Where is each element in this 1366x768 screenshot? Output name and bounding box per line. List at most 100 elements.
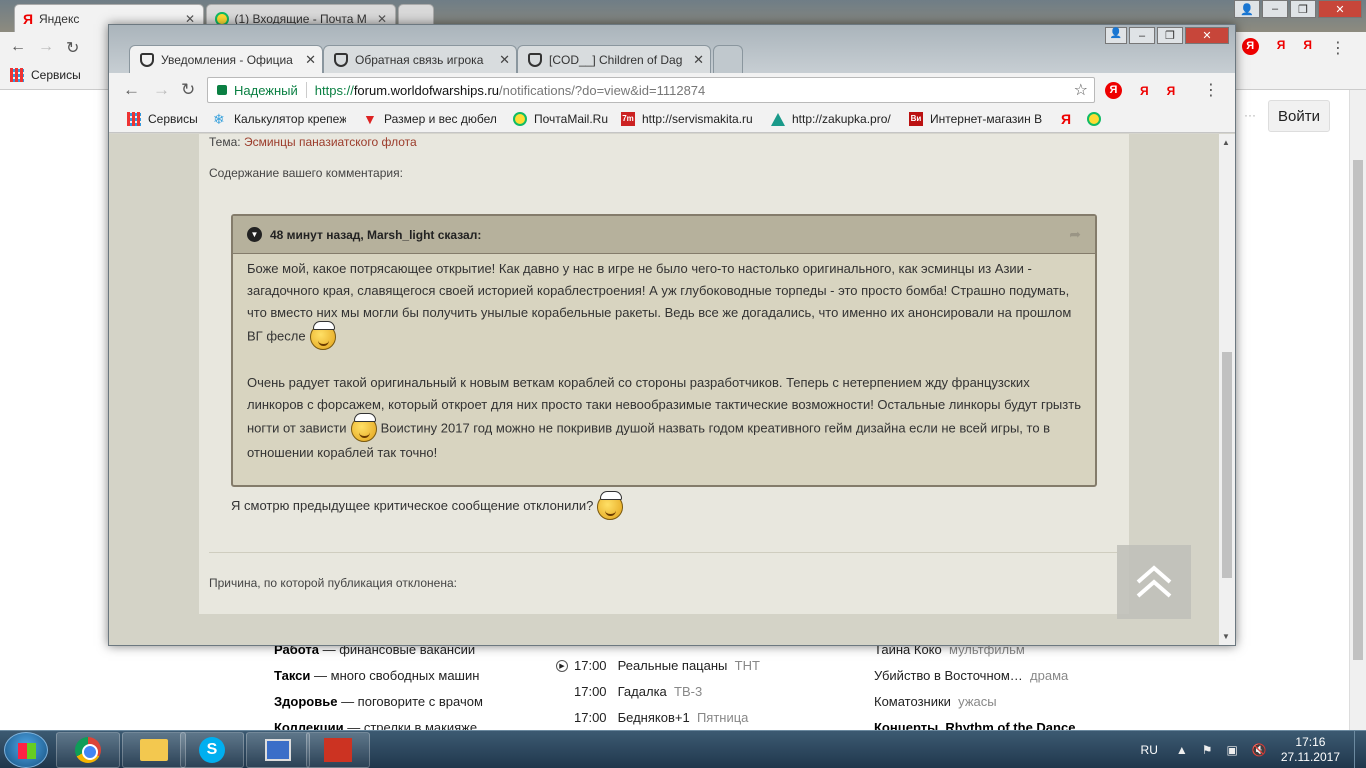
clock[interactable]: 17:16 27.11.2017 bbox=[1281, 735, 1340, 765]
taskbar-red-app[interactable] bbox=[306, 732, 370, 768]
clock-time: 17:16 bbox=[1295, 735, 1326, 749]
restore-button[interactable]: ❐ bbox=[1157, 27, 1183, 44]
reply-message: Я смотрю предыдущее критическое сообщени… bbox=[231, 498, 594, 513]
quote-paragraph: Очень радует такой оригинальный к новым … bbox=[247, 372, 1083, 464]
quote-header[interactable]: ▼ 48 минут назад, Marsh_light сказал: ➦ bbox=[233, 216, 1095, 254]
topic-link[interactable]: Эсминцы паназиатского флота bbox=[244, 135, 417, 149]
list-item[interactable]: Коматозники ужасы bbox=[874, 689, 1075, 715]
menu-icon[interactable]: ⋮ bbox=[1330, 38, 1346, 58]
bookmark-yandex[interactable]: Я bbox=[1061, 112, 1082, 126]
chevron-down-icon[interactable]: ▼ bbox=[247, 227, 262, 242]
tv-title: Бедняков+1 bbox=[617, 710, 690, 725]
lock-icon[interactable] bbox=[217, 85, 227, 95]
clock-date: 27.11.2017 bbox=[1280, 750, 1340, 764]
bookmark-calculator[interactable]: ❄ Калькулятор крепеж bbox=[213, 112, 346, 126]
bookmark-label: Сервисы bbox=[31, 68, 81, 82]
show-desktop-button[interactable] bbox=[1354, 731, 1366, 768]
bookmark-star-icon[interactable]: ☆ bbox=[1074, 80, 1088, 100]
wows-shield-icon bbox=[334, 52, 348, 67]
tray-arrow-icon[interactable]: ▲ bbox=[1176, 743, 1188, 757]
skype-icon: S bbox=[199, 737, 225, 763]
yandex-icon[interactable]: Я bbox=[1167, 84, 1176, 98]
bookmarks-bar: Сервисы ❄ Калькулятор крепеж ▼ Размер и … bbox=[109, 107, 1235, 133]
address-bar[interactable]: Надежный https:// forum.worldofwarships.… bbox=[207, 77, 1095, 103]
new-tab-button[interactable] bbox=[713, 45, 743, 73]
list-item[interactable]: Убийство в Восточном… драма bbox=[874, 663, 1075, 689]
minimize-button[interactable]: – bbox=[1262, 0, 1288, 18]
flag-icon[interactable]: ⚑ bbox=[1202, 743, 1213, 757]
list-item[interactable]: Такси — много свободных машин bbox=[274, 663, 483, 689]
start-button[interactable] bbox=[4, 732, 48, 768]
list-item[interactable]: 17:00 Гадалка ТВ-3 bbox=[574, 679, 760, 705]
scroll-up-arrow-icon[interactable]: ▲ bbox=[1222, 138, 1230, 147]
tab-notifications[interactable]: Уведомления - Официа ✕ bbox=[129, 45, 323, 74]
volume-muted-icon[interactable]: 🔇 bbox=[1252, 743, 1267, 757]
language-indicator[interactable]: RU bbox=[1141, 743, 1158, 757]
taskbar-explorer[interactable] bbox=[122, 732, 186, 768]
person-icon[interactable]: 👤 bbox=[1234, 0, 1260, 18]
bookmark-zakupka[interactable]: http://zakupka.pro/ bbox=[771, 112, 891, 126]
close-icon[interactable]: ✕ bbox=[693, 52, 704, 68]
person-icon[interactable]: 👤 bbox=[1105, 27, 1127, 44]
menu-icon[interactable]: ⋮ bbox=[1203, 80, 1219, 100]
movies-list: Тайна Коко мультфильм Убийство в Восточн… bbox=[874, 637, 1075, 741]
login-button[interactable]: Войти bbox=[1268, 100, 1330, 132]
back-icon[interactable]: ← bbox=[123, 80, 140, 100]
close-icon[interactable]: ✕ bbox=[499, 52, 510, 68]
tv-channel: Пятница bbox=[696, 710, 749, 725]
forward-icon[interactable]: → bbox=[153, 80, 170, 100]
quote-paragraph: Боже мой, какое потрясающее открытие! Ка… bbox=[247, 258, 1083, 350]
taskbar-network-app[interactable] bbox=[246, 732, 310, 768]
minimize-button[interactable]: – bbox=[1129, 27, 1155, 44]
play-icon[interactable]: ▶ bbox=[556, 660, 568, 672]
bookmark-services[interactable]: Сервисы bbox=[127, 112, 198, 126]
bookmark-label: Калькулятор крепеж bbox=[234, 112, 346, 126]
scrollbar-thumb[interactable] bbox=[1353, 160, 1363, 660]
more-icon[interactable]: ··· bbox=[1244, 108, 1256, 122]
bookmark-internet-shop[interactable]: Ви Интернет-магазин В bbox=[909, 112, 1042, 126]
url-path: /notifications/?do=view&id=1112874 bbox=[499, 82, 706, 98]
yandex-buttons: Я Я Я bbox=[1105, 82, 1175, 99]
bg-scrollbar[interactable] bbox=[1349, 90, 1366, 730]
bookmark-servismakita[interactable]: 7m http://servismakita.ru bbox=[621, 112, 754, 126]
movie-genre: драма bbox=[1030, 668, 1069, 683]
taskbar-chrome[interactable] bbox=[56, 732, 120, 768]
close-button[interactable]: ✕ bbox=[1185, 27, 1229, 44]
bookmark-mail-ru[interactable]: ПочтаMail.Ru bbox=[513, 112, 608, 126]
reload-icon[interactable]: ↻ bbox=[181, 80, 195, 100]
bookmark-label: Размер и вес дюбел bbox=[384, 112, 496, 126]
tab-feedback[interactable]: Обратная связь игрока ✕ bbox=[323, 45, 517, 73]
window-controls: – ❐ ✕ bbox=[1129, 27, 1229, 44]
scroll-down-arrow-icon[interactable]: ▼ bbox=[1222, 632, 1230, 641]
bookmark-dowel-size[interactable]: ▼ Размер и вес дюбел bbox=[363, 112, 496, 126]
restore-button[interactable]: ❐ bbox=[1290, 0, 1316, 18]
tab-label: [COD__] Children of Dag bbox=[549, 52, 683, 67]
secure-label[interactable]: Надежный bbox=[234, 83, 298, 98]
share-icon[interactable]: ➦ bbox=[1069, 226, 1081, 243]
close-icon[interactable]: ✕ bbox=[305, 52, 316, 68]
scroll-to-top-button[interactable] bbox=[1117, 545, 1191, 619]
toolbar: ← → ↻ Надежный https:// forum.worldofwar… bbox=[109, 73, 1235, 107]
yandex-icon[interactable]: Я bbox=[1241, 38, 1259, 55]
close-button[interactable]: ✕ bbox=[1318, 0, 1362, 18]
yandex-icon[interactable]: Я bbox=[1105, 82, 1122, 99]
bookmark-label: Интернет-магазин В bbox=[930, 112, 1042, 126]
forward-icon[interactable]: → bbox=[38, 38, 54, 56]
scrollbar-thumb[interactable] bbox=[1222, 352, 1232, 578]
reload-icon[interactable]: ↻ bbox=[66, 38, 79, 58]
list-item[interactable]: ▶ 17:00 Реальные пацаны ТНТ bbox=[556, 653, 760, 679]
yandex-icon[interactable]: Я bbox=[1140, 84, 1149, 98]
item-title: Такси bbox=[274, 668, 311, 683]
bookmark-services[interactable]: Сервисы bbox=[10, 68, 81, 82]
item-title: Здоровье bbox=[274, 694, 338, 709]
network-icon[interactable]: ▣ bbox=[1227, 743, 1238, 757]
yandex-icon[interactable]: Я bbox=[1277, 38, 1286, 58]
yandex-icon[interactable]: Я bbox=[1303, 38, 1312, 58]
back-icon[interactable]: ← bbox=[10, 38, 26, 56]
page-scrollbar[interactable]: ▲ ▼ bbox=[1219, 134, 1235, 645]
taskbar-skype[interactable]: S bbox=[180, 732, 244, 768]
list-item[interactable]: Здоровье — поговорите с врачом bbox=[274, 689, 483, 715]
list-item[interactable]: 17:00 Бедняков+1 Пятница bbox=[574, 705, 760, 731]
tab-cod-clan[interactable]: [COD__] Children of Dag ✕ bbox=[517, 45, 711, 73]
bookmark-mail[interactable] bbox=[1087, 112, 1108, 126]
